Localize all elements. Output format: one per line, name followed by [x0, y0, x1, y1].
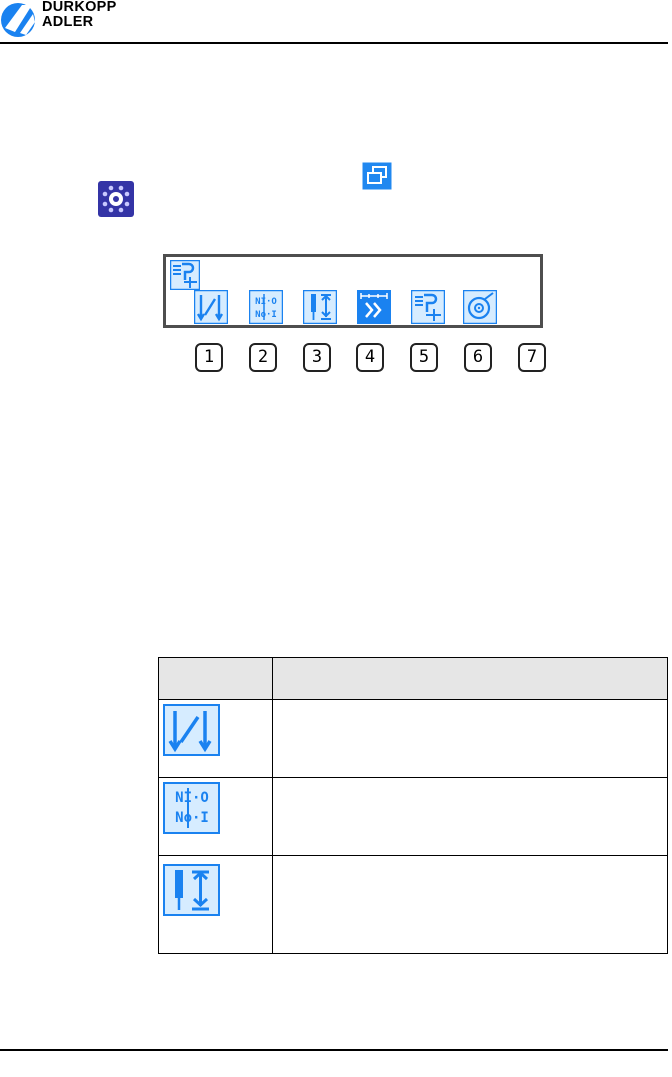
key-7[interactable]: 7 — [518, 343, 546, 372]
table-header-symbol — [158, 657, 273, 700]
svg-text:NI·O: NI·O — [255, 297, 277, 307]
key-1[interactable]: 1 — [195, 343, 223, 372]
brand-line-2: ADLER — [42, 14, 94, 30]
settings-icon — [98, 181, 134, 217]
table-cell-icon — [158, 699, 273, 778]
needle-position-icon — [163, 864, 220, 916]
table-cell-icon: NI·O No·I — [158, 777, 273, 856]
key-2[interactable]: 2 — [249, 343, 277, 372]
fast-forward-button[interactable] — [357, 290, 391, 324]
svg-text:No·I: No·I — [175, 810, 209, 826]
key-4[interactable]: 4 — [356, 343, 384, 372]
header-divider — [0, 42, 668, 44]
key-3[interactable]: 3 — [303, 343, 331, 372]
svg-text:NI·O: NI·O — [175, 790, 209, 806]
table-cell-icon — [158, 855, 273, 954]
table-header-meaning — [272, 657, 668, 700]
brand-line-1: DÜRKOPP — [42, 0, 117, 15]
program-edit-icon — [170, 260, 200, 290]
svg-text:No·I: No·I — [255, 310, 277, 320]
table-cell-text — [272, 777, 668, 856]
table-cell-text — [272, 699, 668, 778]
table-row: NI·O No·I — [158, 777, 668, 856]
table-cell-text — [272, 855, 668, 954]
bobbin-button[interactable] — [463, 290, 497, 324]
stitch-length-button[interactable] — [194, 290, 228, 324]
needle-position-button[interactable] — [303, 290, 337, 324]
brand-name: DÜRKOPP ADLER — [42, 0, 172, 30]
table-row — [158, 699, 668, 778]
key-5[interactable]: 5 — [410, 343, 438, 372]
stitch-length-icon — [163, 704, 220, 756]
windows-icon — [362, 162, 392, 190]
footer-divider — [0, 1049, 668, 1051]
table-header-row — [158, 657, 668, 700]
program-add-button[interactable] — [411, 290, 445, 324]
key-6[interactable]: 6 — [464, 343, 492, 372]
toggle-io-button[interactable]: NI·O No·I — [249, 290, 283, 324]
toggle-io-icon: NI·O No·I — [163, 782, 220, 834]
control-panel-screen: NI·O No·I — [163, 254, 543, 328]
symbol-table: NI·O No·I — [158, 657, 668, 954]
table-row — [158, 855, 668, 954]
